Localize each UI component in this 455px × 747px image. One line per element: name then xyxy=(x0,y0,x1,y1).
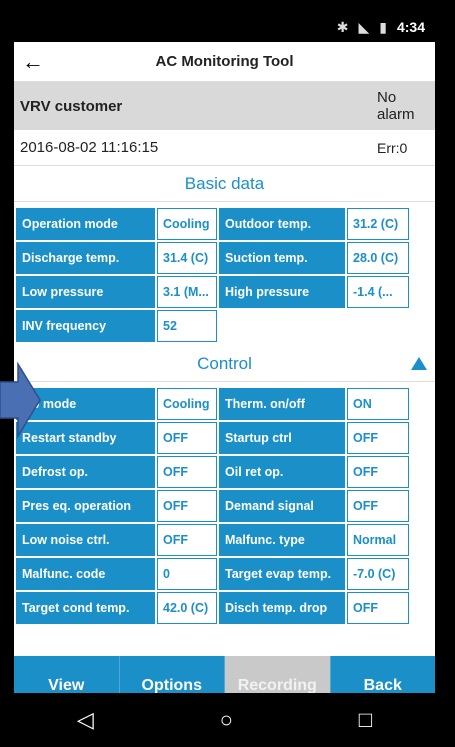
nav-home-icon[interactable]: ○ xyxy=(220,707,233,733)
section-control[interactable]: Control xyxy=(14,346,435,382)
customer-name: VRV customer xyxy=(20,97,123,115)
data-label: High pressure xyxy=(219,276,345,308)
data-label: Outdoor temp. xyxy=(219,208,345,240)
data-label: Oil ret op. xyxy=(219,456,345,488)
pointer-arrow-icon xyxy=(0,361,41,439)
data-row: Restart standby OFF Startup ctrl OFF xyxy=(16,422,429,454)
data-label: Target evap temp. xyxy=(219,558,345,590)
data-row: Defrost op. OFF Oil ret op. OFF xyxy=(16,456,429,488)
data-value: OFF xyxy=(347,456,409,488)
bluetooth-icon: ✱ xyxy=(336,18,349,35)
data-label: Startup ctrl xyxy=(219,422,345,454)
page-title: AC Monitoring Tool xyxy=(155,53,294,70)
data-label: Pres eq. operation xyxy=(16,490,155,522)
data-label: Operation mode xyxy=(16,208,155,240)
data-row: Low pressure 3.1 (M... High pressure -1.… xyxy=(16,276,429,308)
section-basic-data[interactable]: Basic data xyxy=(14,166,435,202)
data-label: Low pressure xyxy=(16,276,155,308)
data-label: Disch temp. drop xyxy=(219,592,345,624)
datetime-value: 2016-08-02 11:16:15 xyxy=(20,139,159,156)
data-row: Low noise ctrl. OFF Malfunc. type Normal xyxy=(16,524,429,556)
status-time: 4:34 xyxy=(396,19,425,35)
data-value: Cooling xyxy=(157,208,217,240)
data-value: OFF xyxy=(157,456,217,488)
data-row: Op mode Cooling Therm. on/off ON xyxy=(16,388,429,420)
error-count: Err:0 xyxy=(377,139,408,156)
data-label: Low noise ctrl. xyxy=(16,524,155,556)
data-row: Pres eq. operation OFF Demand signal OFF xyxy=(16,490,429,522)
data-value: OFF xyxy=(347,490,409,522)
back-arrow-icon[interactable]: ← xyxy=(14,49,52,75)
data-value: OFF xyxy=(157,490,217,522)
alarm-status: No alarm xyxy=(377,89,415,123)
data-label: Suction temp. xyxy=(219,242,345,274)
data-value: 28.0 (C) xyxy=(347,242,409,274)
status-bar: ✱ ◣ ▮ 4:34 xyxy=(14,12,435,42)
data-value: -7.0 (C) xyxy=(347,558,409,590)
section-title: Control xyxy=(197,353,252,373)
datetime-row: 2016-08-02 11:16:15 Err:0 xyxy=(14,130,435,166)
data-row: Discharge temp. 31.4 (C) Suction temp. 2… xyxy=(16,242,429,274)
data-value: OFF xyxy=(347,422,409,454)
system-nav-bar: ◁ ○ □ xyxy=(14,693,435,747)
customer-row: VRV customer No alarm xyxy=(14,82,435,130)
data-value: OFF xyxy=(347,592,409,624)
app-screen: ✱ ◣ ▮ 4:34 ← AC Monitoring Tool VRV cust… xyxy=(14,12,435,735)
data-value: 31.4 (C) xyxy=(157,242,217,274)
basic-data-grid: Operation mode Cooling Outdoor temp. 31.… xyxy=(14,202,435,342)
data-value: Normal xyxy=(347,524,409,556)
data-label: Target cond temp. xyxy=(16,592,155,624)
data-label: Therm. on/off xyxy=(219,388,345,420)
nav-back-icon[interactable]: ◁ xyxy=(77,707,94,733)
data-value: Cooling xyxy=(157,388,217,420)
collapse-triangle-icon[interactable] xyxy=(411,357,427,370)
app-bar: ← AC Monitoring Tool xyxy=(14,42,435,82)
phone-frame: ✱ ◣ ▮ 4:34 ← AC Monitoring Tool VRV cust… xyxy=(0,0,455,747)
data-label: INV frequency xyxy=(16,310,155,342)
data-label: Malfunc. code xyxy=(16,558,155,590)
data-value: 0 xyxy=(157,558,217,590)
data-value: OFF xyxy=(157,524,217,556)
data-value: OFF xyxy=(157,422,217,454)
data-label: Discharge temp. xyxy=(16,242,155,274)
data-row: INV frequency 52 xyxy=(16,310,429,342)
data-value: 42.0 (C) xyxy=(157,592,217,624)
data-row: Operation mode Cooling Outdoor temp. 31.… xyxy=(16,208,429,240)
signal-icon: ◣ xyxy=(358,18,370,35)
section-title: Basic data xyxy=(184,173,265,193)
data-label: Defrost op. xyxy=(16,456,155,488)
battery-icon: ▮ xyxy=(379,18,387,35)
data-value: -1.4 (... xyxy=(347,276,409,308)
data-value: 52 xyxy=(157,310,217,342)
data-label: Demand signal xyxy=(219,490,345,522)
data-value: 31.2 (C) xyxy=(347,208,409,240)
data-row: Malfunc. code 0 Target evap temp. -7.0 (… xyxy=(16,558,429,590)
data-value: ON xyxy=(347,388,409,420)
data-value: 3.1 (M... xyxy=(157,276,217,308)
control-grid: Op mode Cooling Therm. on/off ON Restart… xyxy=(14,382,435,624)
nav-recents-icon[interactable]: □ xyxy=(359,707,372,733)
data-label: Malfunc. type xyxy=(219,524,345,556)
data-row: Target cond temp. 42.0 (C) Disch temp. d… xyxy=(16,592,429,624)
